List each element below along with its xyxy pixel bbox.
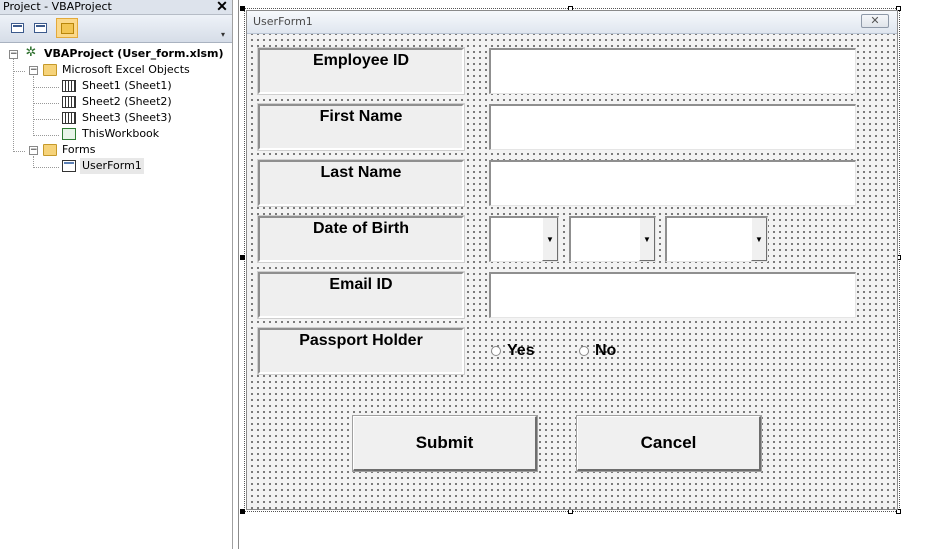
- last-name-label[interactable]: Last Name: [257, 159, 465, 207]
- tree-item-sheet2[interactable]: Sheet2 (Sheet2): [0, 94, 232, 110]
- first-name-field[interactable]: [489, 104, 856, 150]
- radio-button[interactable]: [579, 346, 589, 356]
- tree-item-thisworkbook[interactable]: ThisWorkbook: [0, 126, 232, 142]
- tree-item-label: Microsoft Excel Objects: [62, 63, 190, 76]
- tree-item-sheet1[interactable]: Sheet1 (Sheet1): [0, 78, 232, 94]
- workbook-icon: [62, 128, 76, 140]
- date-of-birth-label[interactable]: Date of Birth: [257, 215, 465, 263]
- dob-year-combo[interactable]: ▼: [665, 216, 768, 262]
- view-code-icon: [11, 23, 24, 33]
- radio-button[interactable]: [491, 346, 501, 356]
- resize-handle: [240, 255, 245, 260]
- tree-item-label: UserForm1: [80, 158, 144, 174]
- dob-day-combo[interactable]: ▼: [489, 216, 559, 262]
- chevron-down-icon[interactable]: ▼: [639, 218, 655, 261]
- submit-button[interactable]: Submit: [352, 415, 538, 472]
- collapse-icon[interactable]: −: [29, 146, 38, 155]
- resize-handle: [240, 509, 245, 514]
- close-icon[interactable]: ✕: [861, 14, 889, 28]
- folder-icon: [43, 64, 57, 76]
- folder-icon: [61, 23, 74, 34]
- collapse-icon[interactable]: −: [29, 66, 38, 75]
- tree-item-vbaproject[interactable]: − ✲ VBAProject (User_form.xlsm): [0, 46, 232, 62]
- first-name-label[interactable]: First Name: [257, 103, 465, 151]
- radio-label: No: [595, 342, 617, 359]
- tree-item-label: VBAProject (User_form.xlsm): [44, 47, 224, 60]
- dob-month-combo[interactable]: ▼: [569, 216, 656, 262]
- view-object-button[interactable]: [29, 18, 51, 38]
- worksheet-icon: [62, 112, 76, 124]
- resize-handle: [240, 6, 245, 11]
- project-explorer-panel: Project - VBAProject ✕ ▾ − ✲ VBAProject …: [0, 0, 233, 549]
- folder-icon: [43, 144, 57, 156]
- last-name-field[interactable]: [489, 160, 856, 206]
- tree-item-label: Forms: [62, 143, 96, 156]
- toolbar-overflow-icon[interactable]: ▾: [221, 30, 225, 39]
- toggle-folders-button[interactable]: [56, 18, 78, 38]
- radio-label: Yes: [507, 342, 535, 359]
- tree-item-forms[interactable]: − Forms: [0, 142, 232, 158]
- project-explorer-toolbar: ▾: [0, 15, 232, 43]
- worksheet-icon: [62, 80, 76, 92]
- tree-item-label: Sheet3 (Sheet3): [82, 111, 172, 124]
- chevron-down-icon[interactable]: ▼: [542, 218, 558, 261]
- passport-holder-label[interactable]: Passport Holder: [257, 327, 465, 375]
- passport-yes-option[interactable]: Yes: [491, 340, 551, 364]
- vba-project-icon: ✲: [25, 45, 37, 60]
- userform-icon: [62, 160, 76, 172]
- passport-no-option[interactable]: No: [579, 340, 639, 364]
- view-code-button[interactable]: [6, 18, 28, 38]
- tree-item-excel-objects[interactable]: − Microsoft Excel Objects: [0, 62, 232, 78]
- project-explorer-titlebar: Project - VBAProject ✕: [0, 0, 232, 15]
- tree-item-label: ThisWorkbook: [82, 127, 160, 140]
- collapse-icon[interactable]: −: [9, 50, 18, 59]
- cancel-button[interactable]: Cancel: [576, 415, 762, 472]
- tree-item-sheet3[interactable]: Sheet3 (Sheet3): [0, 110, 232, 126]
- project-tree: − ✲ VBAProject (User_form.xlsm) − Micros…: [0, 44, 232, 549]
- worksheet-icon: [62, 96, 76, 108]
- tree-item-label: Sheet1 (Sheet1): [82, 79, 172, 92]
- userform-title: UserForm1: [253, 15, 313, 28]
- tree-item-label: Sheet2 (Sheet2): [82, 95, 172, 108]
- userform-titlebar: UserForm1 ✕: [247, 11, 897, 34]
- close-icon[interactable]: ✕: [215, 0, 229, 14]
- project-explorer-title: Project - VBAProject: [3, 0, 112, 13]
- employee-id-field[interactable]: [489, 48, 856, 94]
- chevron-down-icon[interactable]: ▼: [751, 218, 767, 261]
- view-object-icon: [34, 23, 47, 33]
- email-id-field[interactable]: [489, 272, 856, 318]
- email-id-label[interactable]: Email ID: [257, 271, 465, 319]
- employee-id-label[interactable]: Employee ID: [257, 47, 465, 95]
- tree-item-userform1[interactable]: UserForm1: [0, 158, 232, 174]
